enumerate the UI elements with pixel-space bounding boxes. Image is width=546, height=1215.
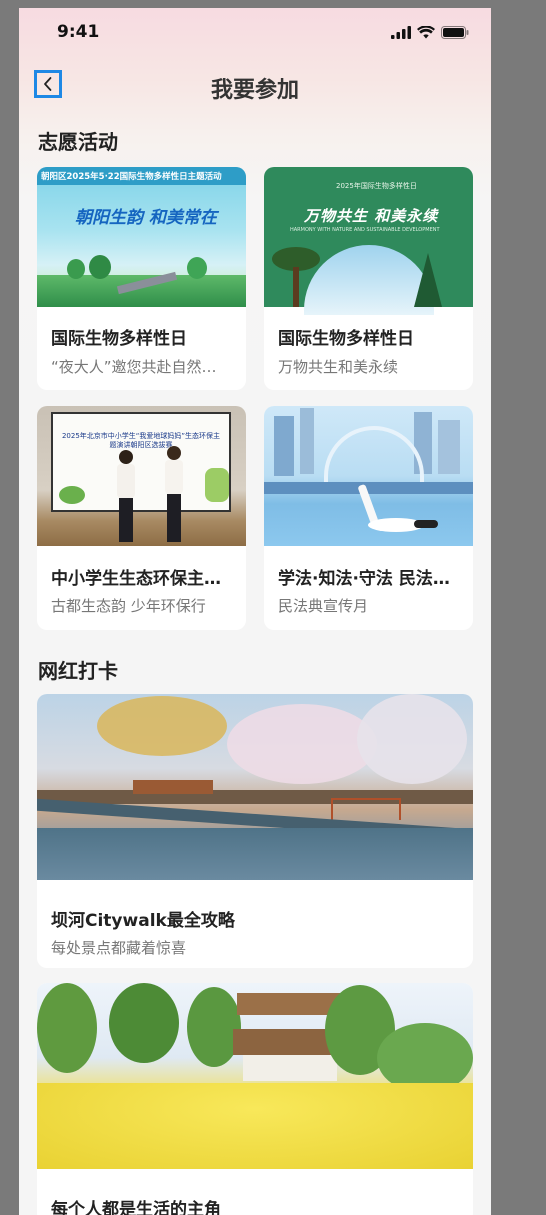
card-title: 国际生物多样性日	[51, 329, 187, 349]
navigation-bar: 我要参加	[19, 66, 491, 108]
status-time: 9:41	[57, 22, 100, 42]
signal-icon	[391, 26, 411, 39]
checkin-card[interactable]: 每个人都是生活的主角	[37, 983, 473, 1215]
section-title-checkin: 网红打卡	[38, 659, 118, 683]
status-bar: 9:41	[19, 8, 491, 58]
image-header-text: 朝阳区2025年5·22国际生物多样性日主题活动	[41, 172, 222, 182]
wifi-icon	[417, 26, 435, 39]
volunteer-card[interactable]: 2025年北京市中小学生“我爱地球妈妈”生态环保主题演讲朝阳区选拔赛 中小学生生…	[37, 406, 246, 630]
image-slogan-text: 朝阳生韵 和美常在	[75, 208, 217, 228]
battery-icon	[441, 26, 469, 39]
activity-image: 2025年北京市中小学生“我爱地球妈妈”生态环保主题演讲朝阳区选拔赛	[37, 406, 246, 546]
image-header-text: 2025年国际生物多样性日	[336, 182, 417, 190]
card-subtitle: 每处景点都藏着惊喜	[51, 939, 187, 957]
card-subtitle: 古都生态韵 少年环保行	[51, 597, 206, 615]
scenery-image	[37, 694, 473, 880]
card-title: 学法·知法·守法 民法典宣传	[278, 569, 460, 589]
status-icons	[391, 26, 469, 39]
volunteer-card[interactable]: 2025年国际生物多样性日 万物共生 和美永续 HARMONY WITH NAT…	[264, 167, 473, 390]
image-header-text: 2025年北京市中小学生“我爱地球妈妈”生态环保主题演讲朝阳区选拔赛	[61, 432, 221, 449]
page-title: 我要参加	[210, 78, 299, 103]
card-title: 每个人都是生活的主角	[51, 1200, 221, 1215]
card-title: 坝河Citywalk最全攻略	[51, 911, 235, 931]
card-subtitle: 万物共生和美永续	[278, 358, 399, 376]
phone-screen: 9:41 我要参加 志愿活动 朝阳区2025年5·22国际生物多样性日主题活动 …	[19, 8, 491, 1215]
activity-image: 朝阳区2025年5·22国际生物多样性日主题活动 朝阳生韵 和美常在	[37, 167, 246, 307]
image-caption-text: HARMONY WITH NATURE AND SUSTAINABLE DEVE…	[290, 227, 440, 233]
image-slogan-text: 万物共生 和美永续	[304, 207, 439, 225]
card-subtitle: “夜大人”邀您共赴自然之约	[51, 358, 231, 376]
activity-image	[264, 406, 473, 546]
card-title: 国际生物多样性日	[278, 329, 414, 349]
activity-image: 2025年国际生物多样性日 万物共生 和美永续 HARMONY WITH NAT…	[264, 167, 473, 315]
card-title: 中小学生生态环保主题演讲	[51, 569, 233, 589]
section-title-volunteer: 志愿活动	[38, 130, 118, 154]
volunteer-card[interactable]: 学法·知法·守法 民法典宣传 民法典宣传月	[264, 406, 473, 630]
checkin-card[interactable]: 坝河Citywalk最全攻略 每处景点都藏着惊喜	[37, 694, 473, 968]
scenery-image	[37, 983, 473, 1169]
volunteer-card[interactable]: 朝阳区2025年5·22国际生物多样性日主题活动 朝阳生韵 和美常在 国际生物多…	[37, 167, 246, 390]
card-subtitle: 民法典宣传月	[278, 597, 369, 615]
